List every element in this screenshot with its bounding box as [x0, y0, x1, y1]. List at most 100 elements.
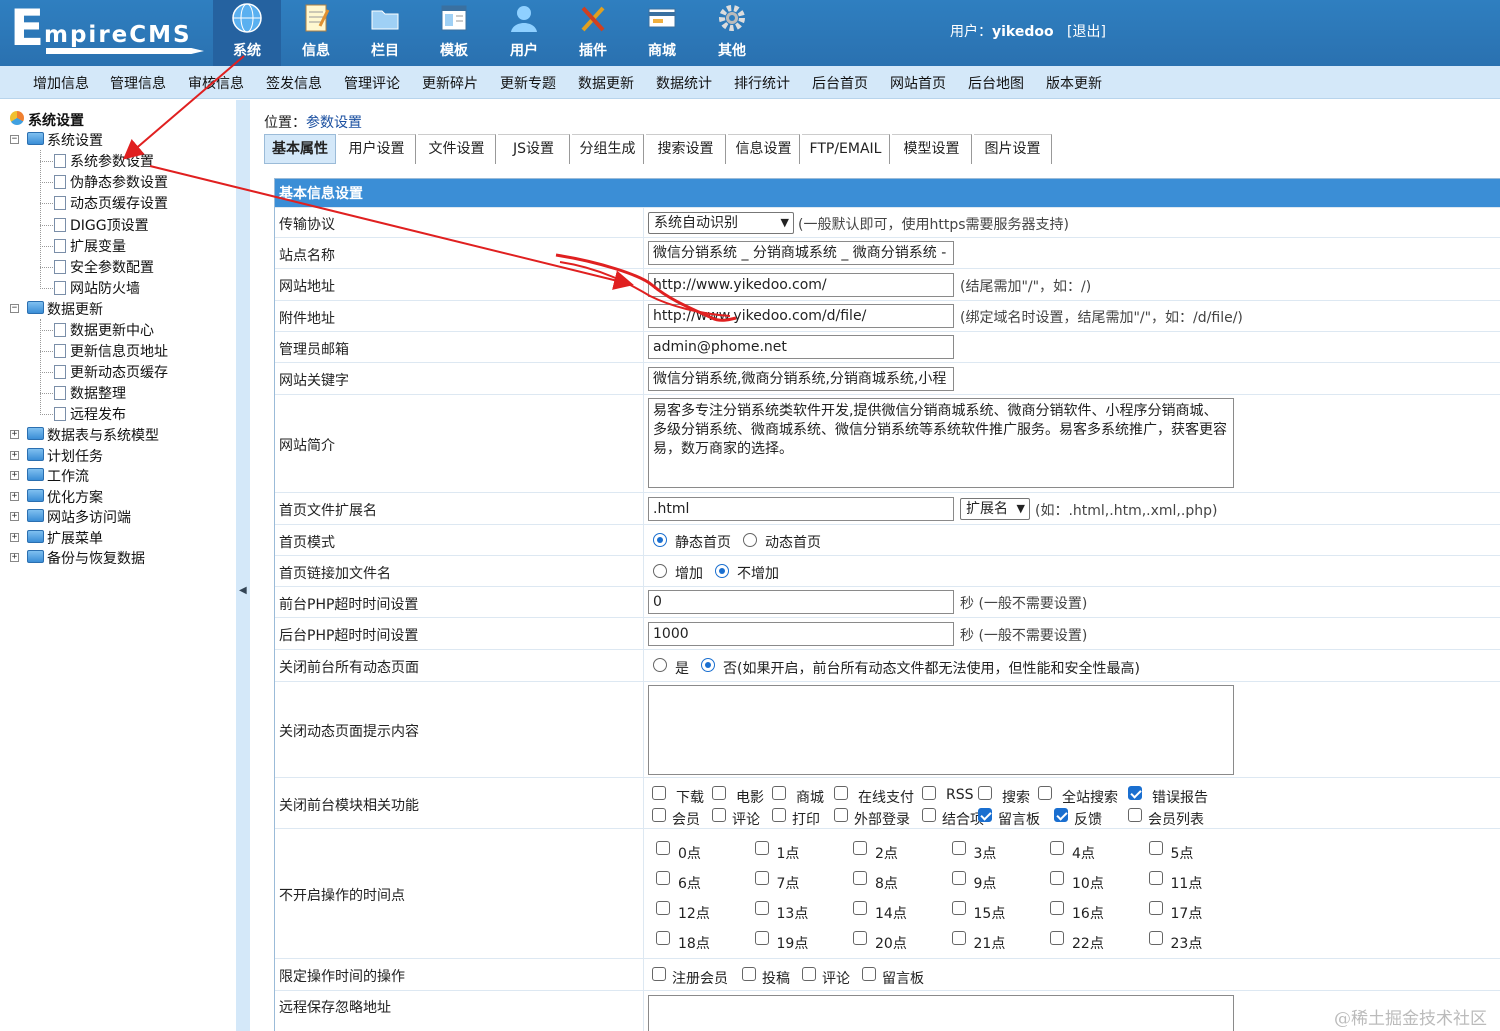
tree-group[interactable]: 计划任务: [47, 446, 103, 466]
main-tab-1[interactable]: 信息: [282, 0, 350, 66]
link-add-radio[interactable]: [653, 564, 667, 578]
close-no-radio[interactable]: [701, 658, 715, 672]
tree-group[interactable]: 数据表与系统模型: [47, 425, 159, 445]
hour-checkbox[interactable]: [853, 841, 867, 855]
tree-group[interactable]: 扩展菜单: [47, 528, 103, 548]
front-timeout-input[interactable]: 0: [648, 590, 954, 614]
tree-group[interactable]: 工作流: [47, 466, 89, 486]
module-checkbox[interactable]: [922, 786, 936, 800]
module-checkbox[interactable]: [652, 786, 666, 800]
hour-checkbox[interactable]: [1050, 901, 1064, 915]
hour-checkbox[interactable]: [1148, 931, 1163, 945]
settings-tab-4[interactable]: 分组生成: [572, 134, 644, 164]
hour-checkbox[interactable]: [656, 871, 670, 885]
close-msg-textarea[interactable]: [648, 685, 1234, 775]
link-noadd-radio[interactable]: [715, 564, 729, 578]
hour-checkbox[interactable]: [1050, 871, 1064, 885]
hour-checkbox[interactable]: [853, 871, 867, 885]
subnav-item-8[interactable]: 数据统计: [656, 73, 712, 93]
email-input[interactable]: admin@phome.net: [648, 335, 954, 359]
ext-input[interactable]: .html: [648, 497, 954, 521]
settings-tab-0[interactable]: 基本属性: [264, 134, 336, 164]
hour-checkbox[interactable]: [951, 841, 966, 855]
keywords-input[interactable]: 微信分销系统,微商分销系统,分销商城系统,小程: [648, 367, 954, 391]
subnav-item-11[interactable]: 网站首页: [890, 73, 946, 93]
main-tab-6[interactable]: 商城: [628, 0, 696, 66]
module-checkbox[interactable]: [1038, 786, 1052, 800]
back-timeout-input[interactable]: 1000: [648, 622, 954, 646]
expand-icon[interactable]: +: [10, 430, 19, 440]
hour-checkbox[interactable]: [853, 901, 867, 915]
module-checkbox[interactable]: [922, 808, 936, 822]
hour-checkbox[interactable]: [1148, 841, 1163, 855]
tree-group[interactable]: 数据更新: [47, 299, 103, 319]
logout-link[interactable]: [退出]: [1067, 24, 1106, 40]
tree-item[interactable]: 远程发布: [70, 404, 126, 424]
hour-checkbox[interactable]: [656, 841, 670, 855]
module-checkbox[interactable]: [772, 808, 786, 822]
module-checkbox[interactable]: [978, 808, 992, 822]
mode-static-radio[interactable]: [653, 533, 667, 547]
main-tab-2[interactable]: 栏目: [351, 0, 419, 66]
hour-checkbox[interactable]: [754, 841, 769, 855]
collapse-icon[interactable]: −: [10, 304, 19, 314]
subnav-item-0[interactable]: 增加信息: [33, 73, 89, 93]
tree-item[interactable]: 更新信息页地址: [70, 341, 168, 361]
module-checkbox[interactable]: [834, 786, 848, 800]
close-yes-radio[interactable]: [653, 658, 667, 672]
limit-checkbox[interactable]: [802, 967, 816, 981]
mode-dynamic-radio[interactable]: [743, 533, 757, 547]
subnav-item-12[interactable]: 后台地图: [968, 73, 1024, 93]
expand-icon[interactable]: +: [10, 512, 19, 522]
module-checkbox[interactable]: [1054, 808, 1068, 822]
tree-group[interactable]: 备份与恢复数据: [47, 548, 145, 568]
subnav-item-13[interactable]: 版本更新: [1046, 73, 1102, 93]
main-tab-5[interactable]: 插件: [559, 0, 627, 66]
collapse-icon[interactable]: −: [10, 135, 19, 144]
tree-item[interactable]: 动态页缓存设置: [70, 193, 168, 213]
subnav-item-6[interactable]: 更新专题: [500, 73, 556, 93]
hour-checkbox[interactable]: [754, 931, 769, 945]
limit-checkbox[interactable]: [742, 967, 756, 981]
module-checkbox[interactable]: [1128, 808, 1142, 822]
settings-tab-5[interactable]: 搜索设置: [646, 134, 726, 164]
remote-textarea[interactable]: [648, 995, 1234, 1031]
hour-checkbox[interactable]: [951, 901, 966, 915]
module-checkbox[interactable]: [712, 786, 726, 800]
expand-icon[interactable]: +: [10, 471, 19, 481]
settings-tab-8[interactable]: 模型设置: [892, 134, 972, 164]
ext-select[interactable]: 扩展名 ▼: [960, 498, 1030, 520]
limit-checkbox[interactable]: [652, 967, 666, 981]
tree-item[interactable]: 数据整理: [70, 383, 126, 403]
expand-icon[interactable]: +: [10, 553, 19, 563]
subnav-item-10[interactable]: 后台首页: [812, 73, 868, 93]
hour-checkbox[interactable]: [754, 871, 769, 885]
tree-item[interactable]: 网站防火墙: [70, 278, 140, 298]
tree-item[interactable]: 系统参数设置: [70, 151, 154, 171]
intro-textarea[interactable]: 易客多专注分销系统类软件开发,提供微信分销商城系统、微商分销软件、小程序分销商城…: [648, 398, 1234, 488]
hour-checkbox[interactable]: [951, 871, 966, 885]
main-tab-3[interactable]: 模板: [420, 0, 488, 66]
collapse-arrow-icon[interactable]: ◀: [239, 585, 247, 596]
protocol-select[interactable]: 系统自动识别 ▼: [648, 212, 794, 234]
hour-checkbox[interactable]: [853, 931, 867, 945]
expand-icon[interactable]: +: [10, 491, 19, 501]
limit-checkbox[interactable]: [862, 967, 876, 981]
settings-tab-1[interactable]: 用户设置: [338, 134, 416, 164]
module-checkbox[interactable]: [1128, 786, 1142, 800]
main-tab-7[interactable]: 其他: [698, 0, 766, 66]
tree-item[interactable]: 更新动态页缓存: [70, 362, 168, 382]
subnav-item-4[interactable]: 管理评论: [344, 73, 400, 93]
fileurl-input[interactable]: http://www.yikedoo.com/d/file/: [648, 304, 954, 328]
siteurl-input[interactable]: http://www.yikedoo.com/: [648, 273, 954, 297]
expand-icon[interactable]: +: [10, 450, 19, 460]
tree-item[interactable]: 伪静态参数设置: [70, 172, 168, 192]
crumb-link[interactable]: 参数设置: [306, 115, 362, 131]
subnav-item-1[interactable]: 管理信息: [110, 73, 166, 93]
subnav-item-3[interactable]: 签发信息: [266, 73, 322, 93]
hour-checkbox[interactable]: [656, 931, 670, 945]
hour-checkbox[interactable]: [1148, 901, 1163, 915]
tree-group[interactable]: 系统设置: [47, 130, 103, 150]
main-tab-0[interactable]: 系统: [213, 0, 281, 66]
hour-checkbox[interactable]: [1050, 931, 1064, 945]
